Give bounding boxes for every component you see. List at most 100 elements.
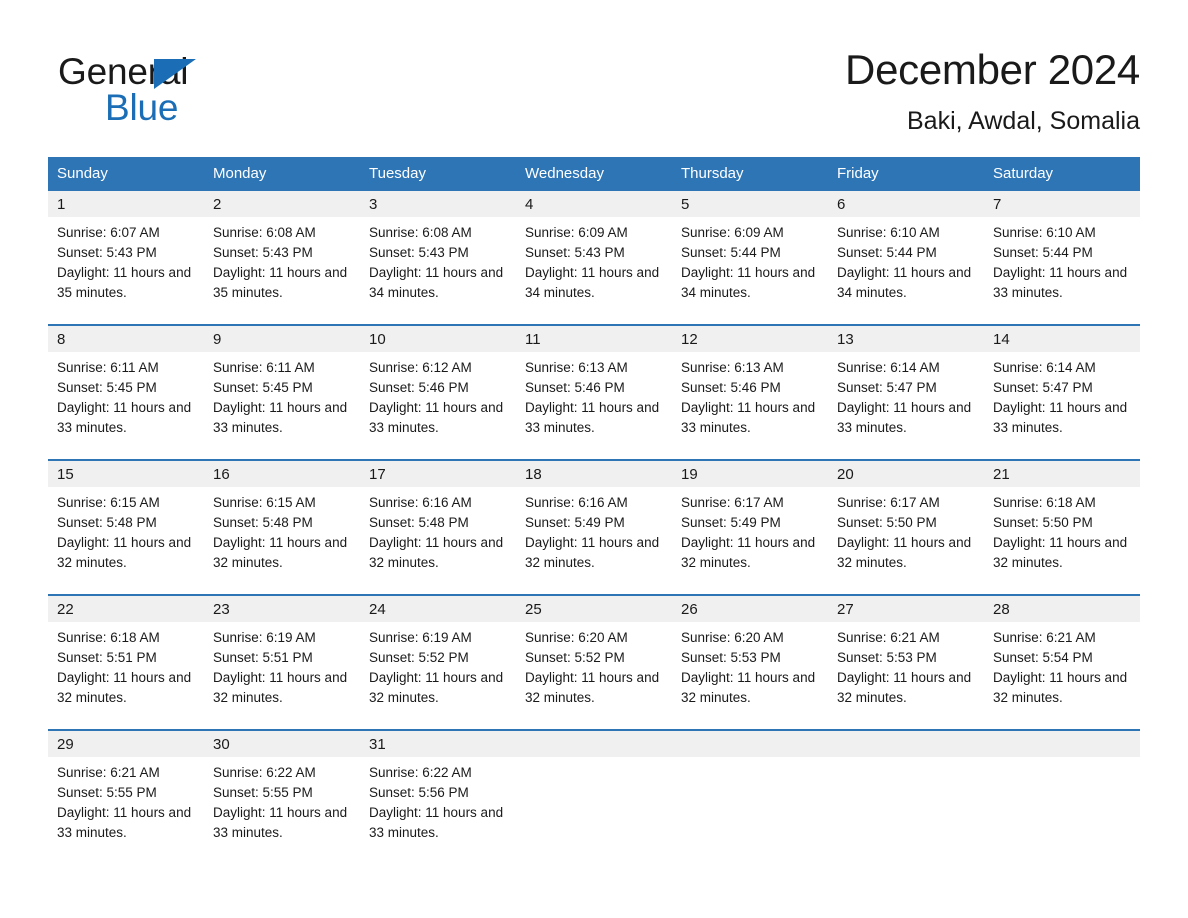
daylight-text: Daylight: 11 hours and 32 minutes.	[681, 535, 816, 570]
day-number	[516, 731, 672, 757]
day-cell[interactable]: 20 Sunrise: 6:17 AM Sunset: 5:50 PM Dayligh…	[828, 459, 984, 595]
daylight-text: Daylight: 11 hours and 33 minutes.	[213, 400, 348, 435]
sunset-text: Sunset: 5:45 PM	[57, 380, 157, 395]
day-number: 8	[48, 326, 204, 352]
day-number: 19	[672, 461, 828, 487]
sunset-text: Sunset: 5:47 PM	[993, 380, 1093, 395]
sunrise-text: Sunrise: 6:15 AM	[213, 495, 316, 510]
day-number: 24	[360, 596, 516, 622]
weekday-header-sunday: Sunday	[48, 157, 204, 191]
sunrise-text: Sunrise: 6:19 AM	[369, 630, 472, 645]
day-info: Sunrise: 6:08 AM Sunset: 5:43 PM Daylight:…	[204, 217, 360, 303]
daylight-text: Daylight: 11 hours and 32 minutes.	[681, 670, 816, 705]
day-info: Sunrise: 6:11 AM Sunset: 5:45 PM Daylight:…	[204, 352, 360, 438]
day-cell[interactable]: 24 Sunrise: 6:19 AM Sunset: 5:52 PM Dayligh…	[360, 594, 516, 730]
daylight-text: Daylight: 11 hours and 32 minutes.	[525, 670, 660, 705]
sunrise-text: Sunrise: 6:19 AM	[213, 630, 316, 645]
weekday-header-monday: Monday	[204, 157, 360, 191]
sunset-text: Sunset: 5:46 PM	[525, 380, 625, 395]
day-cell-empty	[984, 729, 1140, 864]
day-cell[interactable]: 31 Sunrise: 6:22 AM Sunset: 5:56 PM Dayligh…	[360, 729, 516, 864]
sunrise-text: Sunrise: 6:11 AM	[213, 360, 315, 375]
day-cell[interactable]: 18 Sunrise: 6:16 AM Sunset: 5:49 PM Dayligh…	[516, 459, 672, 595]
day-cell[interactable]: 17 Sunrise: 6:16 AM Sunset: 5:48 PM Dayligh…	[360, 459, 516, 595]
day-cell[interactable]: 19 Sunrise: 6:17 AM Sunset: 5:49 PM Dayligh…	[672, 459, 828, 595]
day-cell[interactable]: 7 Sunrise: 6:10 AM Sunset: 5:44 PM Daylight…	[984, 191, 1140, 325]
day-info: Sunrise: 6:13 AM Sunset: 5:46 PM Daylight:…	[672, 352, 828, 438]
day-number	[828, 731, 984, 757]
day-cell[interactable]: 26 Sunrise: 6:20 AM Sunset: 5:53 PM Dayligh…	[672, 594, 828, 730]
daylight-text: Daylight: 11 hours and 35 minutes.	[57, 265, 192, 300]
day-info: Sunrise: 6:15 AM Sunset: 5:48 PM Daylight:…	[48, 487, 204, 573]
day-cell[interactable]: 22 Sunrise: 6:18 AM Sunset: 5:51 PM Dayligh…	[48, 594, 204, 730]
day-number: 3	[360, 191, 516, 217]
day-info: Sunrise: 6:20 AM Sunset: 5:52 PM Daylight:…	[516, 622, 672, 708]
page-subtitle: Baki, Awdal, Somalia	[907, 107, 1140, 135]
day-info: Sunrise: 6:16 AM Sunset: 5:48 PM Daylight:…	[360, 487, 516, 573]
day-info: Sunrise: 6:14 AM Sunset: 5:47 PM Daylight:…	[984, 352, 1140, 438]
sunrise-text: Sunrise: 6:17 AM	[837, 495, 940, 510]
generalblue-logo[interactable]: General Blue	[58, 50, 358, 140]
day-number: 22	[48, 596, 204, 622]
day-cell[interactable]: 27 Sunrise: 6:21 AM Sunset: 5:53 PM Dayligh…	[828, 594, 984, 730]
title-block: December 2024 Baki, Awdal, Somalia	[440, 44, 1140, 136]
sunrise-text: Sunrise: 6:08 AM	[213, 225, 316, 240]
sunrise-text: Sunrise: 6:22 AM	[213, 765, 316, 780]
calendar-week-row: 15 Sunrise: 6:15 AM Sunset: 5:48 PM Dayligh…	[48, 459, 1140, 595]
sunrise-text: Sunrise: 6:17 AM	[681, 495, 784, 510]
day-number	[672, 731, 828, 757]
day-cell[interactable]: 1 Sunrise: 6:07 AM Sunset: 5:43 PM Daylight…	[48, 191, 204, 325]
daylight-text: Daylight: 11 hours and 32 minutes.	[369, 535, 504, 570]
sunset-text: Sunset: 5:54 PM	[993, 650, 1093, 665]
day-cell[interactable]: 6 Sunrise: 6:10 AM Sunset: 5:44 PM Daylight…	[828, 191, 984, 325]
day-cell[interactable]: 14 Sunrise: 6:14 AM Sunset: 5:47 PM Dayligh…	[984, 324, 1140, 460]
day-cell[interactable]: 30 Sunrise: 6:22 AM Sunset: 5:55 PM Dayligh…	[204, 729, 360, 864]
daylight-text: Daylight: 11 hours and 33 minutes.	[681, 400, 816, 435]
calendar-week-row: 29 Sunrise: 6:21 AM Sunset: 5:55 PM Dayligh…	[48, 729, 1140, 864]
daylight-text: Daylight: 11 hours and 33 minutes.	[57, 805, 192, 840]
day-cell[interactable]: 10 Sunrise: 6:12 AM Sunset: 5:46 PM Dayligh…	[360, 324, 516, 460]
day-number: 30	[204, 731, 360, 757]
day-cell[interactable]: 5 Sunrise: 6:09 AM Sunset: 5:44 PM Daylight…	[672, 191, 828, 325]
day-cell[interactable]: 12 Sunrise: 6:13 AM Sunset: 5:46 PM Dayligh…	[672, 324, 828, 460]
day-number: 26	[672, 596, 828, 622]
sunset-text: Sunset: 5:55 PM	[213, 785, 313, 800]
day-cell[interactable]: 13 Sunrise: 6:14 AM Sunset: 5:47 PM Dayligh…	[828, 324, 984, 460]
day-number: 21	[984, 461, 1140, 487]
sunrise-text: Sunrise: 6:21 AM	[57, 765, 160, 780]
sunset-text: Sunset: 5:51 PM	[57, 650, 157, 665]
daylight-text: Daylight: 11 hours and 32 minutes.	[369, 670, 504, 705]
day-number: 4	[516, 191, 672, 217]
sunset-text: Sunset: 5:43 PM	[369, 245, 469, 260]
day-cell[interactable]: 2 Sunrise: 6:08 AM Sunset: 5:43 PM Daylight…	[204, 191, 360, 325]
day-number	[984, 731, 1140, 757]
day-info: Sunrise: 6:22 AM Sunset: 5:55 PM Daylight:…	[204, 757, 360, 843]
weekday-header-friday: Friday	[828, 157, 984, 191]
day-info: Sunrise: 6:09 AM Sunset: 5:44 PM Daylight:…	[672, 217, 828, 303]
sunset-text: Sunset: 5:51 PM	[213, 650, 313, 665]
calendar-week-row: 22 Sunrise: 6:18 AM Sunset: 5:51 PM Dayligh…	[48, 594, 1140, 730]
daylight-text: Daylight: 11 hours and 32 minutes.	[57, 670, 192, 705]
day-cell[interactable]: 23 Sunrise: 6:19 AM Sunset: 5:51 PM Dayligh…	[204, 594, 360, 730]
page-title: December 2024	[845, 46, 1140, 93]
day-info: Sunrise: 6:14 AM Sunset: 5:47 PM Daylight:…	[828, 352, 984, 438]
day-cell[interactable]: 3 Sunrise: 6:08 AM Sunset: 5:43 PM Daylight…	[360, 191, 516, 325]
day-cell[interactable]: 25 Sunrise: 6:20 AM Sunset: 5:52 PM Dayligh…	[516, 594, 672, 730]
day-cell[interactable]: 15 Sunrise: 6:15 AM Sunset: 5:48 PM Dayligh…	[48, 459, 204, 595]
day-cell[interactable]: 4 Sunrise: 6:09 AM Sunset: 5:43 PM Daylight…	[516, 191, 672, 325]
daylight-text: Daylight: 11 hours and 33 minutes.	[213, 805, 348, 840]
daylight-text: Daylight: 11 hours and 33 minutes.	[57, 400, 192, 435]
daylight-text: Daylight: 11 hours and 32 minutes.	[57, 535, 192, 570]
calendar-page: General Blue December 2024 Baki, Awdal, …	[0, 0, 1188, 918]
day-cell[interactable]: 28 Sunrise: 6:21 AM Sunset: 5:54 PM Dayligh…	[984, 594, 1140, 730]
day-info: Sunrise: 6:21 AM Sunset: 5:54 PM Daylight:…	[984, 622, 1140, 708]
day-cell[interactable]: 29 Sunrise: 6:21 AM Sunset: 5:55 PM Dayligh…	[48, 729, 204, 864]
day-cell[interactable]: 21 Sunrise: 6:18 AM Sunset: 5:50 PM Dayligh…	[984, 459, 1140, 595]
day-info	[828, 757, 984, 763]
day-cell[interactable]: 16 Sunrise: 6:15 AM Sunset: 5:48 PM Dayligh…	[204, 459, 360, 595]
daylight-text: Daylight: 11 hours and 35 minutes.	[213, 265, 348, 300]
sunrise-text: Sunrise: 6:21 AM	[993, 630, 1096, 645]
day-cell[interactable]: 8 Sunrise: 6:11 AM Sunset: 5:45 PM Daylight…	[48, 324, 204, 460]
day-cell[interactable]: 9 Sunrise: 6:11 AM Sunset: 5:45 PM Daylight…	[204, 324, 360, 460]
day-cell[interactable]: 11 Sunrise: 6:13 AM Sunset: 5:46 PM Dayligh…	[516, 324, 672, 460]
